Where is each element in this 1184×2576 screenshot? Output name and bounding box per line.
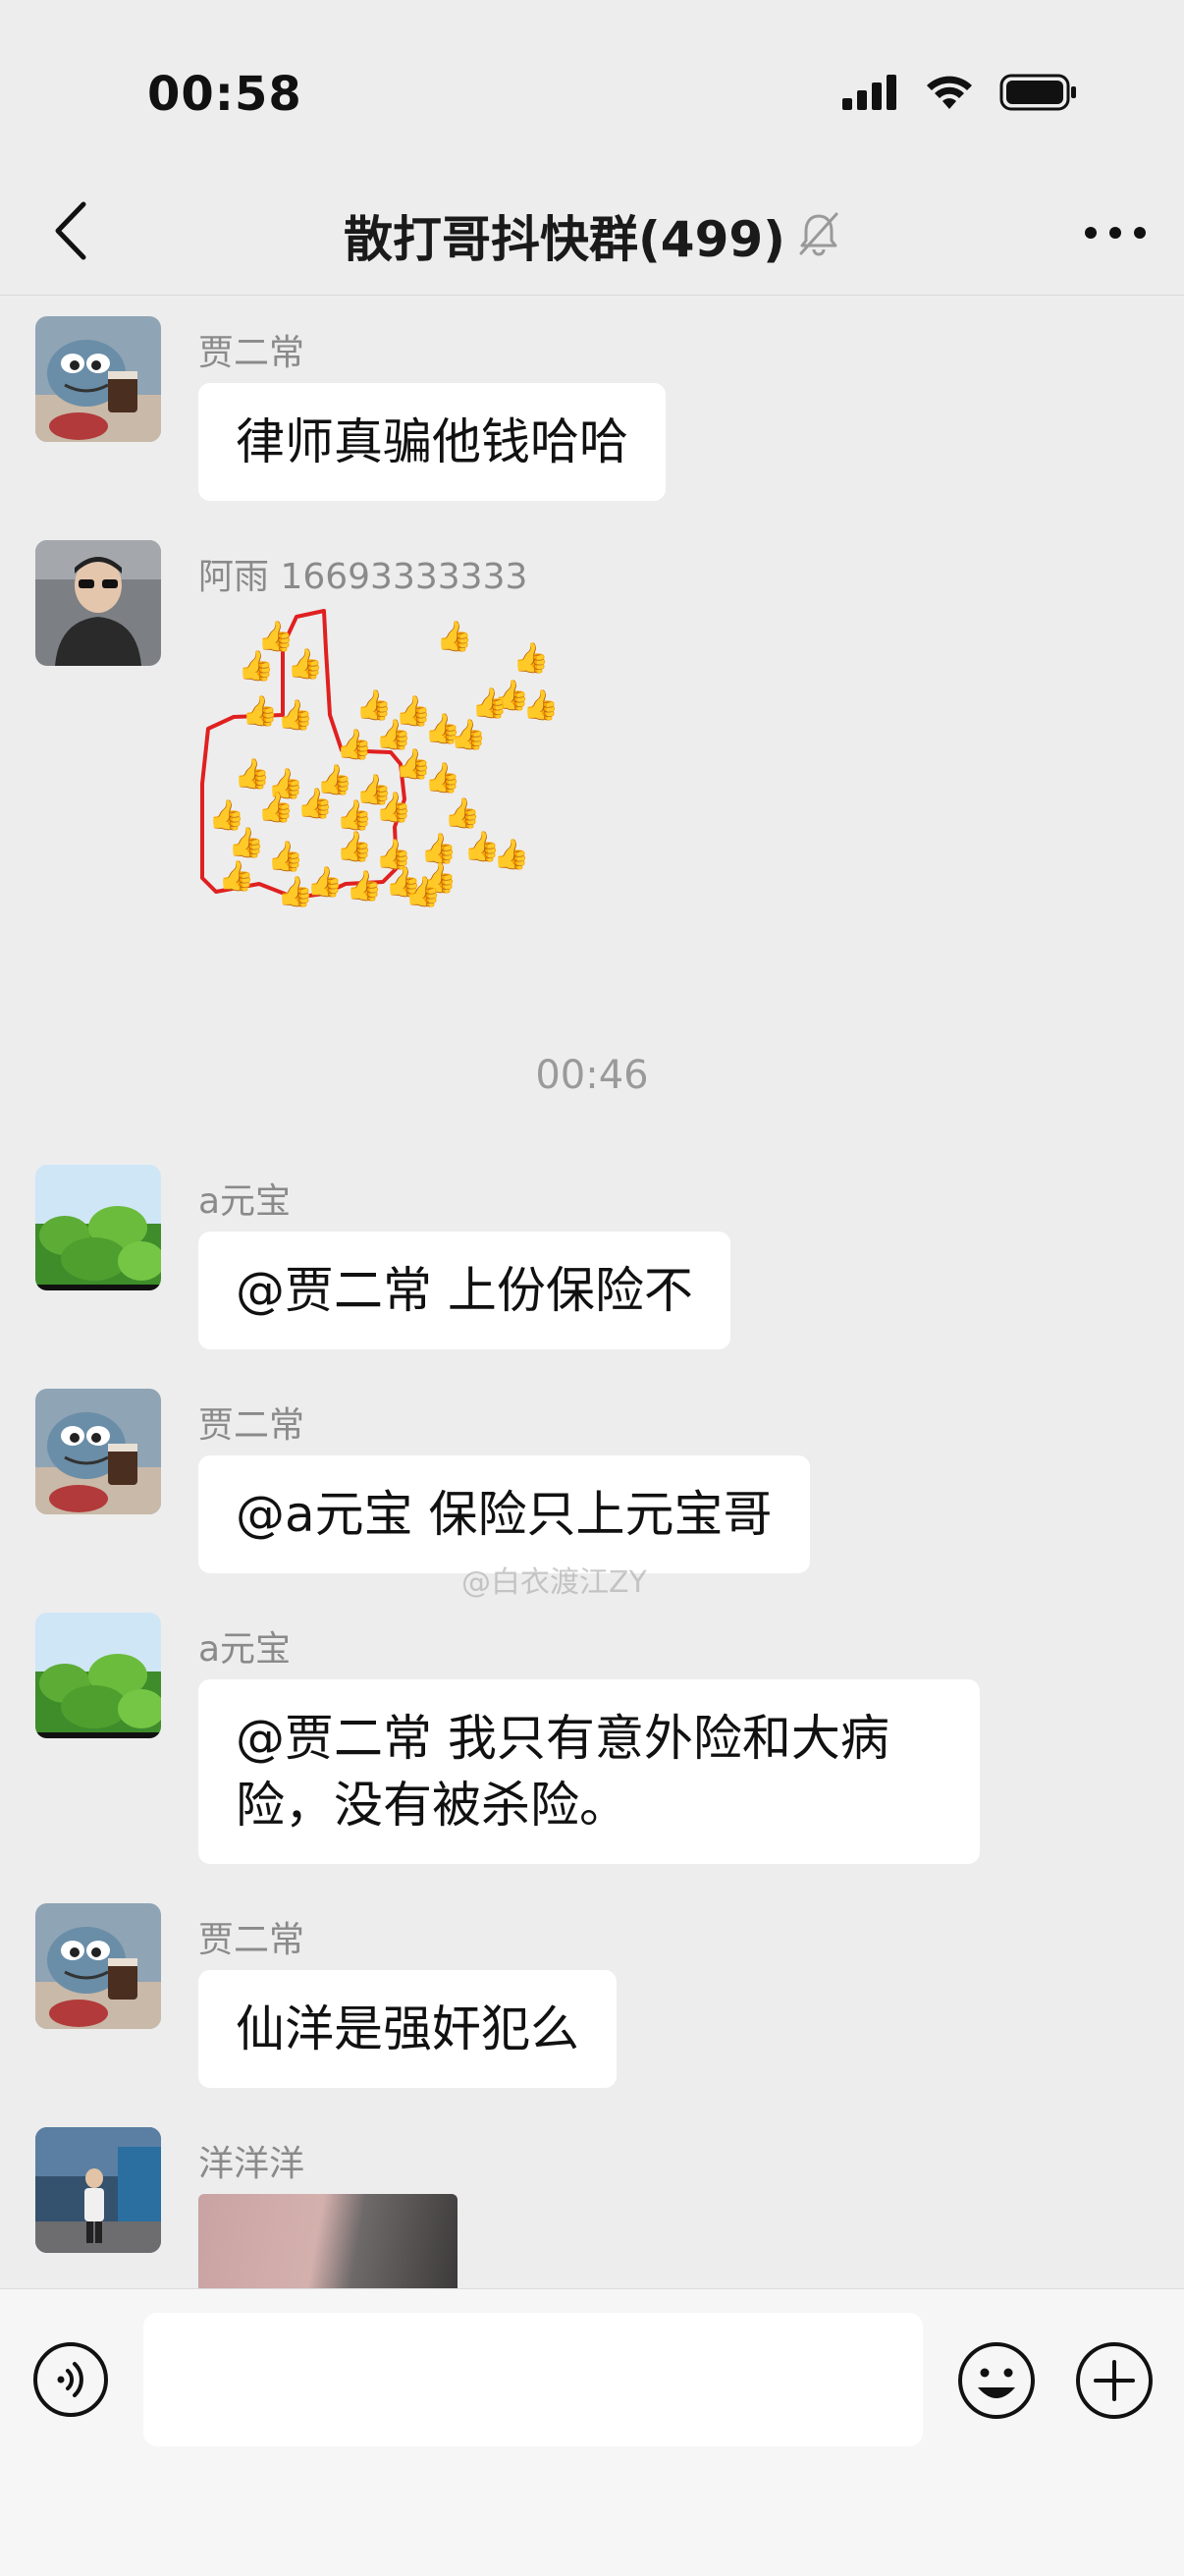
svg-text:👍: 👍 [346, 868, 382, 904]
avatar[interactable] [35, 1389, 161, 1514]
svg-text:👍: 👍 [336, 797, 372, 833]
more-features-button[interactable] [1074, 2340, 1155, 2421]
svg-text:👍: 👍 [444, 795, 480, 831]
avatar[interactable] [35, 2127, 161, 2253]
status-bar: 00:58 [0, 0, 1184, 177]
svg-text:👍: 👍 [404, 874, 441, 909]
input-toolbar [0, 2288, 1184, 2576]
sender-name: a元宝 [198, 1181, 292, 1222]
avatar[interactable] [35, 1613, 161, 1738]
svg-text:👍: 👍 [471, 685, 508, 721]
sender-name: a元宝 [198, 1629, 292, 1670]
message-bubble[interactable]: @贾二常 上份保险不 [198, 1232, 730, 1349]
svg-text:👍: 👍 [424, 760, 460, 795]
svg-text:👍: 👍 [228, 825, 264, 860]
sender-name: 洋洋洋 [198, 2144, 305, 2184]
svg-text:👍: 👍 [234, 756, 270, 792]
smiley-icon [958, 2342, 1035, 2419]
chat-header: 散打哥抖快群(499) [0, 177, 1184, 296]
thumbs-up-sticker[interactable]: 👍 👍 👍 👍 👍 👍 👍 👍 👍 👍 👍 👍 👍 👍 👍 👍 👍 👍 👍 👍 👍 👍 👍 👍 👍 👍 👍… [198, 607, 630, 941]
svg-text:👍: 👍 [336, 829, 372, 864]
svg-text:👍: 👍 [512, 640, 549, 676]
svg-text:👍: 👍 [257, 790, 294, 825]
watermark: @白衣渡江ZY [461, 1565, 647, 1600]
svg-text:👍: 👍 [218, 858, 254, 894]
svg-text:👍: 👍 [436, 619, 472, 654]
svg-text:👍: 👍 [336, 727, 372, 762]
image-message[interactable] [198, 2194, 457, 2288]
message-input[interactable] [143, 2313, 923, 2446]
svg-text:👍: 👍 [238, 648, 274, 684]
avatar[interactable] [35, 540, 161, 666]
more-options-button[interactable] [1076, 198, 1155, 267]
svg-text:👍: 👍 [522, 687, 559, 723]
avatar[interactable] [35, 1903, 161, 2029]
avatar[interactable] [35, 316, 161, 442]
cellular-signal-icon [842, 75, 899, 114]
message-bubble[interactable]: @a元宝 保险只上元宝哥 [198, 1455, 810, 1573]
svg-text:👍: 👍 [296, 786, 333, 821]
message-bubble[interactable]: @贾二常 我只有意外险和大病险，没有被杀险。 [198, 1679, 980, 1864]
svg-text:👍: 👍 [277, 697, 313, 733]
svg-text:👍: 👍 [277, 874, 313, 909]
sender-name: 贾二常 [198, 1405, 305, 1446]
voice-input-button[interactable] [31, 2340, 110, 2419]
message-bubble[interactable]: 仙洋是强奸犯么 [198, 1970, 617, 2088]
title-group: 散打哥抖快群(499) [0, 200, 1184, 271]
status-icons [842, 73, 1078, 116]
message-timestamp: 00:46 [535, 1053, 649, 1098]
voice-icon [33, 2342, 108, 2417]
message-bubble[interactable]: 律师真骗他钱哈哈 [198, 383, 666, 501]
more-dots-icon [1085, 227, 1146, 239]
group-title: 散打哥抖快群(499) [343, 211, 786, 268]
svg-text:👍: 👍 [267, 839, 303, 874]
sender-name: 阿雨 16693333333 [198, 557, 528, 597]
svg-text:👍: 👍 [375, 790, 411, 825]
plus-circle-icon [1076, 2342, 1153, 2419]
muted-bell-icon [797, 210, 840, 261]
sender-name: 贾二常 [198, 1920, 305, 1960]
emoji-button[interactable] [956, 2340, 1037, 2421]
chat-message-list[interactable]: 贾二常 律师真骗他钱哈哈 阿雨 16693333333 👍 👍 👍 👍 👍 👍 … [0, 295, 1184, 2288]
battery-icon [999, 73, 1078, 116]
sender-name: 贾二常 [198, 333, 305, 373]
svg-text:👍: 👍 [450, 717, 486, 752]
status-time: 00:58 [147, 67, 302, 122]
svg-text:👍: 👍 [242, 693, 278, 729]
avatar[interactable] [35, 1165, 161, 1290]
svg-text:👍: 👍 [493, 837, 529, 872]
wifi-icon [925, 74, 974, 115]
svg-text:👍: 👍 [287, 646, 323, 682]
